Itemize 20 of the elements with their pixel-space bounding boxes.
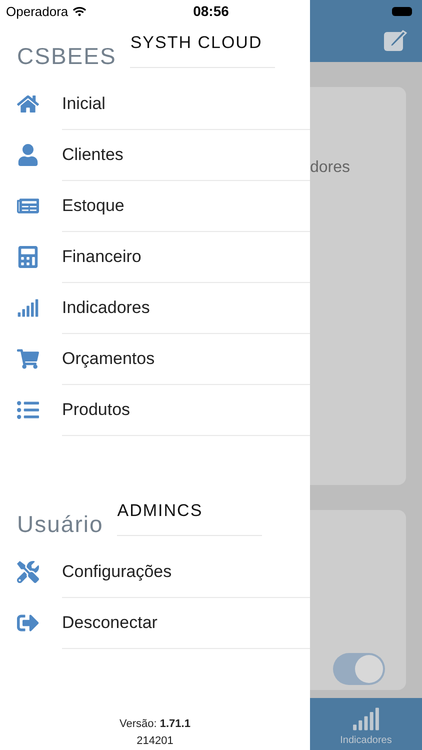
person-icon <box>17 144 39 166</box>
tools-icon <box>17 560 39 582</box>
card-text: dores <box>310 159 350 177</box>
bar-chart-icon <box>352 705 380 733</box>
account-name: SYSTH CLOUD <box>130 33 276 68</box>
bar-chart-icon <box>17 296 39 318</box>
version-text: Versão: 1.71.1 <box>118 717 192 732</box>
toggle-switch[interactable] <box>333 653 385 685</box>
section-title: Usuário <box>17 511 104 538</box>
calculator-icon <box>17 246 39 268</box>
build-number: 214201 <box>136 734 174 749</box>
cart-icon <box>17 348 39 370</box>
list-icon <box>17 398 39 420</box>
brand-title: CSBEES <box>17 43 116 70</box>
house-icon <box>17 92 39 114</box>
wifi-icon <box>73 4 86 18</box>
clock-time: 08:56 <box>193 3 229 19</box>
edit-icon[interactable] <box>383 28 407 52</box>
carrier-name: Operadora <box>6 4 68 18</box>
username: ADMINCS <box>117 501 262 536</box>
